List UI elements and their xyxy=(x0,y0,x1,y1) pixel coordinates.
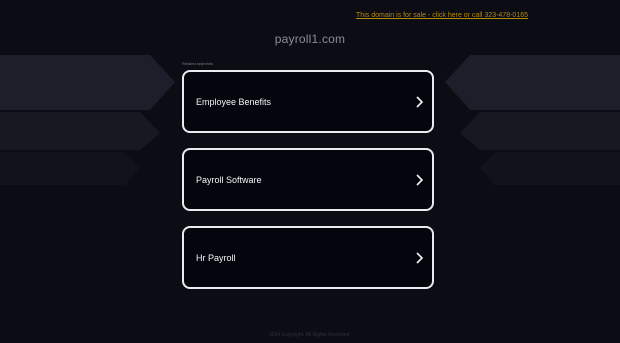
chevron-right-icon xyxy=(416,173,424,186)
related-link-label: Hr Payroll xyxy=(196,252,236,263)
related-link-label: Employee Benefits xyxy=(196,96,272,107)
footer-copyright: 2024 Copyright. All Rights Reserved. xyxy=(269,332,351,338)
related-link-payroll-software[interactable]: Payroll Software xyxy=(182,148,434,211)
related-link-label: Payroll Software xyxy=(196,174,262,185)
related-link-hr-payroll[interactable]: Hr Payroll xyxy=(182,226,434,289)
related-link-employee-benefits[interactable]: Employee Benefits xyxy=(182,70,434,133)
chevron-right-icon xyxy=(416,95,424,108)
chevron-right-icon xyxy=(416,251,424,264)
related-searches-heading: Related searches xyxy=(182,61,214,66)
domain-title: payroll1.com xyxy=(274,32,346,46)
domain-sale-link[interactable]: This domain is for sale - click here or … xyxy=(356,12,528,19)
